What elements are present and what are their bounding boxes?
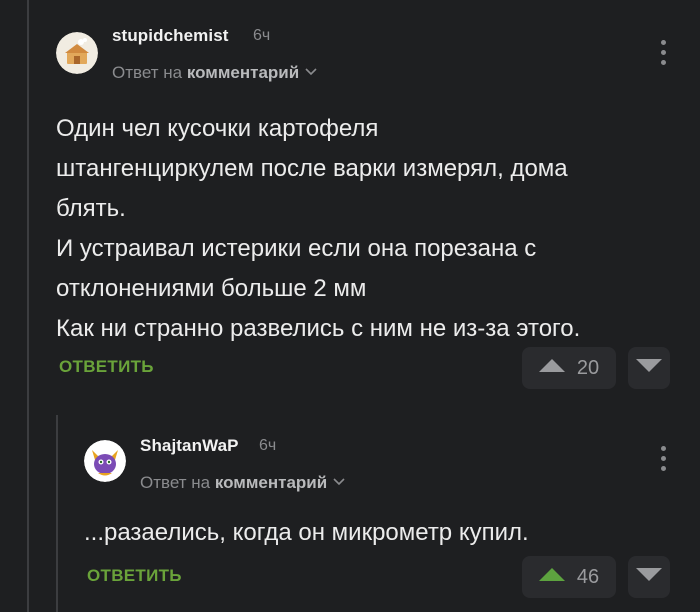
downvote-button[interactable] <box>628 347 670 389</box>
reply-button[interactable]: ОТВЕТИТЬ <box>87 566 182 586</box>
comment-line: Как ни странно развелись с ним не из-за … <box>56 315 581 342</box>
downvote-button[interactable] <box>628 556 670 598</box>
upvote-button[interactable]: 46 <box>522 556 616 598</box>
nested-thread-line <box>56 415 58 612</box>
reply-target: комментарий <box>214 473 328 492</box>
arrow-up-icon <box>538 359 565 377</box>
reply-button[interactable]: ОТВЕТИТЬ <box>59 357 154 377</box>
timestamp: 6ч <box>259 437 277 454</box>
chevron-down-icon <box>333 471 345 491</box>
avatar[interactable] <box>56 32 98 74</box>
username[interactable]: stupidchemist <box>112 26 229 46</box>
arrow-down-icon <box>636 568 662 586</box>
reply-prefix: Ответ на <box>140 473 211 492</box>
username[interactable]: ShajtanWaP <box>140 436 239 456</box>
comment-line: штангенциркулем после варки измерял, дом… <box>56 155 568 182</box>
comment-line: блять. <box>56 195 126 222</box>
thread-line <box>27 0 29 612</box>
comment-line: отклонениями больше 2 мм <box>56 275 367 302</box>
upvote-button[interactable]: 20 <box>522 347 616 389</box>
comment-line: Один чел кусочки картофеля <box>56 115 379 142</box>
avatar[interactable] <box>84 440 126 482</box>
comment-line: И устраивал истерики если она порезана с <box>56 235 537 262</box>
comment-body: Один чел кусочки картофеля штангенциркул… <box>56 109 686 349</box>
reply-to-link[interactable]: Ответ на комментарий <box>140 471 345 493</box>
reply-prefix: Ответ на <box>112 63 183 82</box>
arrow-up-icon <box>538 568 565 586</box>
chevron-down-icon <box>305 61 317 81</box>
reply-to-link[interactable]: Ответ на комментарий <box>112 61 317 83</box>
vote-score: 46 <box>576 565 600 588</box>
arrow-down-icon <box>636 359 662 377</box>
comment-line: ...разаелись, когда он микрометр купил. <box>84 519 529 546</box>
vote-score: 20 <box>576 356 600 379</box>
more-menu-icon[interactable] <box>660 40 666 68</box>
comment-body: ...разаелись, когда он микрометр купил. <box>84 513 644 553</box>
reply-target: комментарий <box>186 63 300 82</box>
more-menu-icon[interactable] <box>660 446 666 474</box>
timestamp: 6ч <box>253 27 271 44</box>
